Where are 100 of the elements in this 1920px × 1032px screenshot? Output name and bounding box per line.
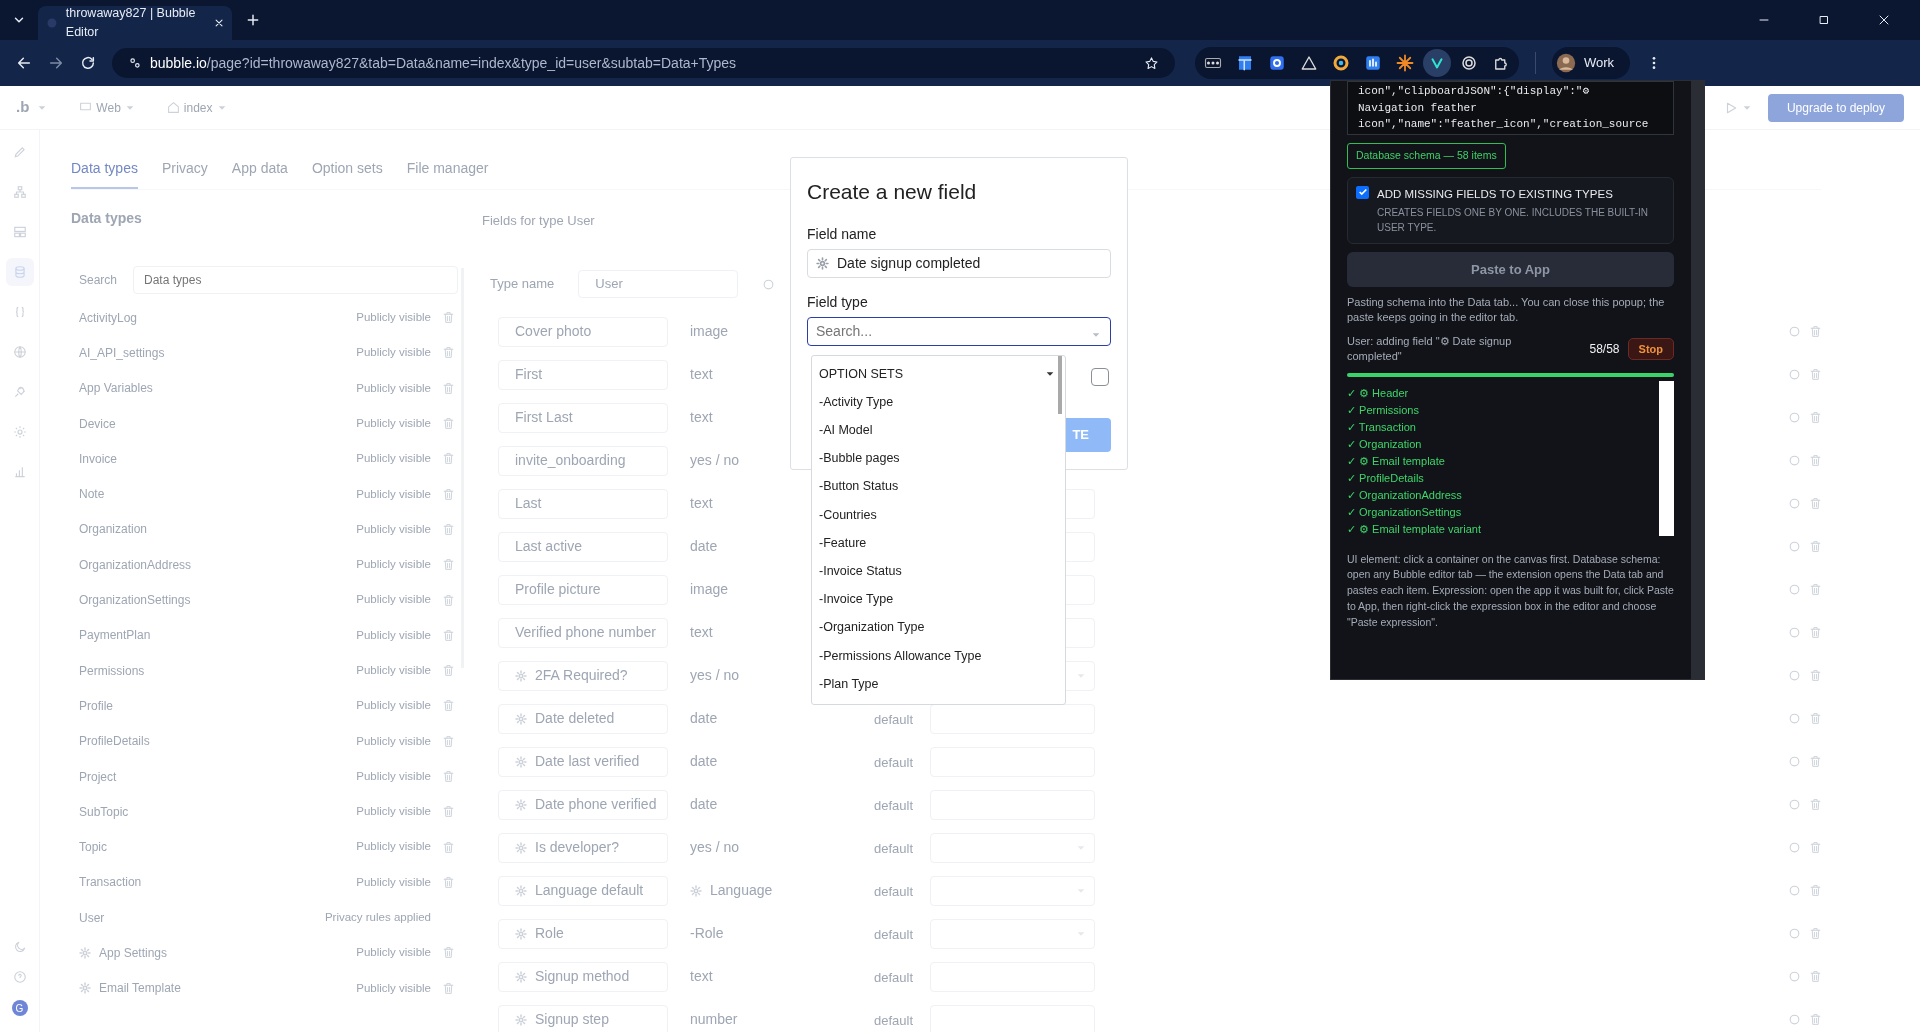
- trash-icon[interactable]: [1809, 970, 1822, 983]
- comment-icon[interactable]: [1788, 884, 1801, 897]
- dropdown-option[interactable]: -Invoice Type: [819, 590, 894, 609]
- data-type-item[interactable]: Profile: [79, 696, 353, 715]
- field-name[interactable]: Date deleted: [498, 703, 668, 734]
- field-name[interactable]: Date last verified: [498, 746, 668, 777]
- comment-icon[interactable]: [1788, 368, 1801, 381]
- back-icon[interactable]: [16, 55, 32, 71]
- avatar[interactable]: G: [11, 1000, 28, 1016]
- trash-icon[interactable]: [442, 593, 455, 607]
- comment-icon[interactable]: [1788, 1013, 1801, 1026]
- stop-button[interactable]: Stop: [1627, 337, 1674, 361]
- upgrade-button[interactable]: Upgrade to deploy: [1768, 93, 1904, 122]
- data-type-item[interactable]: ActivityLog: [79, 308, 353, 327]
- moon-icon[interactable]: [12, 940, 27, 954]
- trash-icon[interactable]: [442, 522, 455, 536]
- field-name[interactable]: Signup method: [498, 961, 668, 992]
- popup-scrollbar[interactable]: [1691, 81, 1704, 679]
- checkbox[interactable]: [1356, 185, 1369, 199]
- default-value-field[interactable]: [930, 875, 1095, 906]
- comment-icon[interactable]: [1788, 841, 1801, 854]
- field-name[interactable]: Last: [498, 488, 668, 519]
- comment-icon[interactable]: [762, 277, 776, 291]
- comment-icon[interactable]: [1788, 540, 1801, 553]
- trash-icon[interactable]: [442, 805, 455, 819]
- help-icon[interactable]: [12, 970, 27, 984]
- comment-icon[interactable]: [1788, 798, 1801, 811]
- sunburst-icon[interactable]: [1396, 54, 1414, 72]
- trash-icon[interactable]: [442, 664, 455, 678]
- maximize-icon[interactable]: [1818, 14, 1830, 26]
- dropdown-option[interactable]: -Feature: [819, 533, 867, 553]
- comment-icon[interactable]: [1788, 583, 1801, 596]
- trash-icon[interactable]: [442, 699, 455, 713]
- tab[interactable]: Option sets: [311, 158, 383, 189]
- trash-icon[interactable]: [1809, 841, 1822, 854]
- data-type-item[interactable]: AI_API_settings: [79, 343, 353, 362]
- data-type-item[interactable]: OrganizationSettings: [79, 591, 353, 609]
- field-type-select[interactable]: Search...: [807, 316, 1111, 346]
- dropdown-option[interactable]: -Button Status: [819, 477, 899, 497]
- trash-icon[interactable]: [442, 628, 455, 642]
- trash-icon[interactable]: [1809, 798, 1822, 811]
- dropdown-option[interactable]: -Countries: [819, 505, 877, 525]
- trash-icon[interactable]: [1809, 368, 1822, 381]
- trash-icon[interactable]: [1809, 884, 1822, 897]
- trash-icon[interactable]: [1809, 325, 1822, 338]
- close-icon[interactable]: [1878, 14, 1890, 26]
- dropdown-option[interactable]: -Plan Type: [819, 674, 879, 694]
- tab[interactable]: App data: [231, 158, 288, 189]
- gear-icon[interactable]: [1268, 54, 1286, 72]
- json-textarea[interactable]: icon","clipboardJSON":{"display":"⚙ Navigation feather icon","name":"feather_icon","creation_source: [1347, 81, 1674, 135]
- checkbox[interactable]: [1091, 368, 1109, 386]
- data-type-item[interactable]: App Settings: [99, 944, 353, 962]
- field-name[interactable]: First: [498, 359, 668, 390]
- trash-icon[interactable]: [442, 381, 455, 395]
- trash-icon[interactable]: [442, 311, 455, 325]
- star-icon[interactable]: [1144, 56, 1159, 72]
- field-name[interactable]: Signup step: [498, 1004, 668, 1032]
- data-type-item[interactable]: ProfileDetails: [79, 732, 353, 751]
- comment-icon[interactable]: [1788, 755, 1801, 768]
- data-type-item[interactable]: Organization: [79, 520, 353, 539]
- default-value-field[interactable]: [930, 918, 1095, 949]
- field-name[interactable]: 2FA Required?: [498, 660, 668, 691]
- forward-icon[interactable]: [48, 55, 64, 71]
- trash-icon[interactable]: [1809, 497, 1822, 510]
- data-type-item[interactable]: User: [79, 908, 321, 927]
- ring-icon[interactable]: [1332, 54, 1350, 72]
- field-name[interactable]: First Last: [498, 402, 668, 433]
- dropdown-option[interactable]: -AI Model: [819, 421, 873, 440]
- comment-icon[interactable]: [1788, 927, 1801, 940]
- data-type-item[interactable]: OrganizationAddress: [79, 555, 353, 574]
- field-name[interactable]: Verified phone number: [498, 617, 668, 648]
- type-name-field[interactable]: User: [578, 270, 739, 298]
- data-type-item[interactable]: Invoice: [79, 449, 353, 468]
- dropdown-option[interactable]: -Bubble pages: [819, 449, 900, 469]
- trash-icon[interactable]: [442, 875, 455, 889]
- profile-button[interactable]: Work: [1552, 47, 1631, 79]
- database-icon[interactable]: [5, 258, 34, 286]
- dropdown-option[interactable]: -Organization Type: [819, 618, 925, 638]
- data-type-item[interactable]: App Variables: [79, 379, 353, 398]
- trash-icon[interactable]: [1809, 411, 1822, 424]
- spiral-icon[interactable]: [1460, 54, 1478, 72]
- comment-icon[interactable]: [1788, 411, 1801, 424]
- browser-tab[interactable]: throwaway827 | Bubble Editor: [38, 6, 232, 40]
- tab[interactable]: File manager: [406, 158, 489, 189]
- data-type-item[interactable]: Device: [79, 414, 353, 433]
- trash-icon[interactable]: [442, 417, 455, 431]
- field-name[interactable]: invite_onboarding: [498, 445, 668, 476]
- address-bar[interactable]: bubble.io/page?id=throwaway827&tab=Data&name=index&type_id=user&subtab=Data+Types: [112, 48, 1175, 78]
- trash-icon[interactable]: [442, 946, 455, 960]
- trash-icon[interactable]: [1809, 755, 1822, 768]
- field-name[interactable]: Profile picture: [498, 574, 668, 605]
- comment-icon[interactable]: [1788, 454, 1801, 467]
- field-name[interactable]: Date phone verified: [498, 789, 668, 820]
- field-name-input[interactable]: Date signup completed: [807, 248, 1111, 278]
- page-selector[interactable]: index: [183, 98, 213, 117]
- trash-icon[interactable]: [442, 770, 455, 783]
- scrollbar-thumb[interactable]: [1058, 356, 1062, 414]
- field-name[interactable]: Last active: [498, 531, 668, 562]
- tab[interactable]: Data types: [71, 158, 138, 189]
- trash-icon[interactable]: [1809, 1013, 1822, 1026]
